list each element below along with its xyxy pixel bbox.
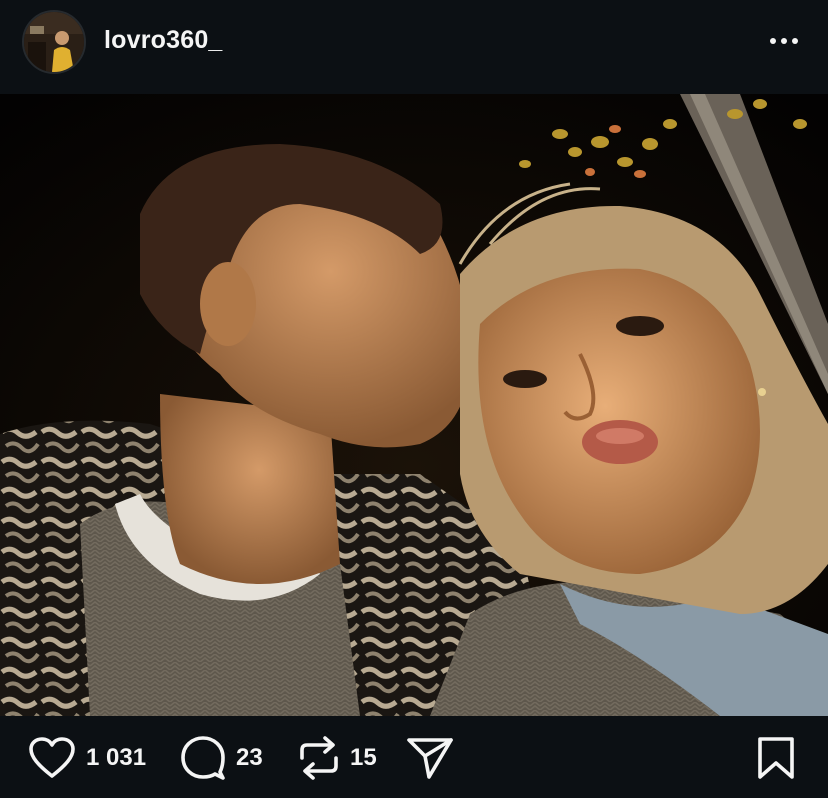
comment-button[interactable]: 23 xyxy=(180,736,263,780)
like-count: 1 031 xyxy=(86,744,147,771)
avatar[interactable] xyxy=(22,10,86,74)
comment-count: 23 xyxy=(236,744,263,771)
post-photo[interactable] xyxy=(0,94,828,716)
username[interactable]: lovro360_ xyxy=(104,26,223,55)
more-dot-icon xyxy=(781,38,787,44)
send-icon xyxy=(407,738,453,779)
more-dot-icon xyxy=(792,38,798,44)
heart-icon xyxy=(29,737,75,778)
repost-count: 15 xyxy=(350,744,377,771)
photo-illustration xyxy=(0,94,828,716)
save-button[interactable] xyxy=(756,737,796,779)
more-dot-icon xyxy=(770,38,776,44)
like-button[interactable]: 1 031 xyxy=(28,737,147,778)
share-button[interactable] xyxy=(406,738,454,779)
action-bar: 1 031 23 15 xyxy=(0,716,828,798)
bookmark-icon xyxy=(758,737,794,779)
repost-button[interactable]: 15 xyxy=(298,736,377,780)
post-header: lovro360_ xyxy=(0,0,828,94)
post-card: lovro360_ 1 031 23 15 xyxy=(0,0,828,798)
avatar-image xyxy=(24,12,84,72)
more-options-button[interactable] xyxy=(760,24,808,58)
repost-icon xyxy=(300,736,338,780)
comment-icon xyxy=(181,736,225,780)
